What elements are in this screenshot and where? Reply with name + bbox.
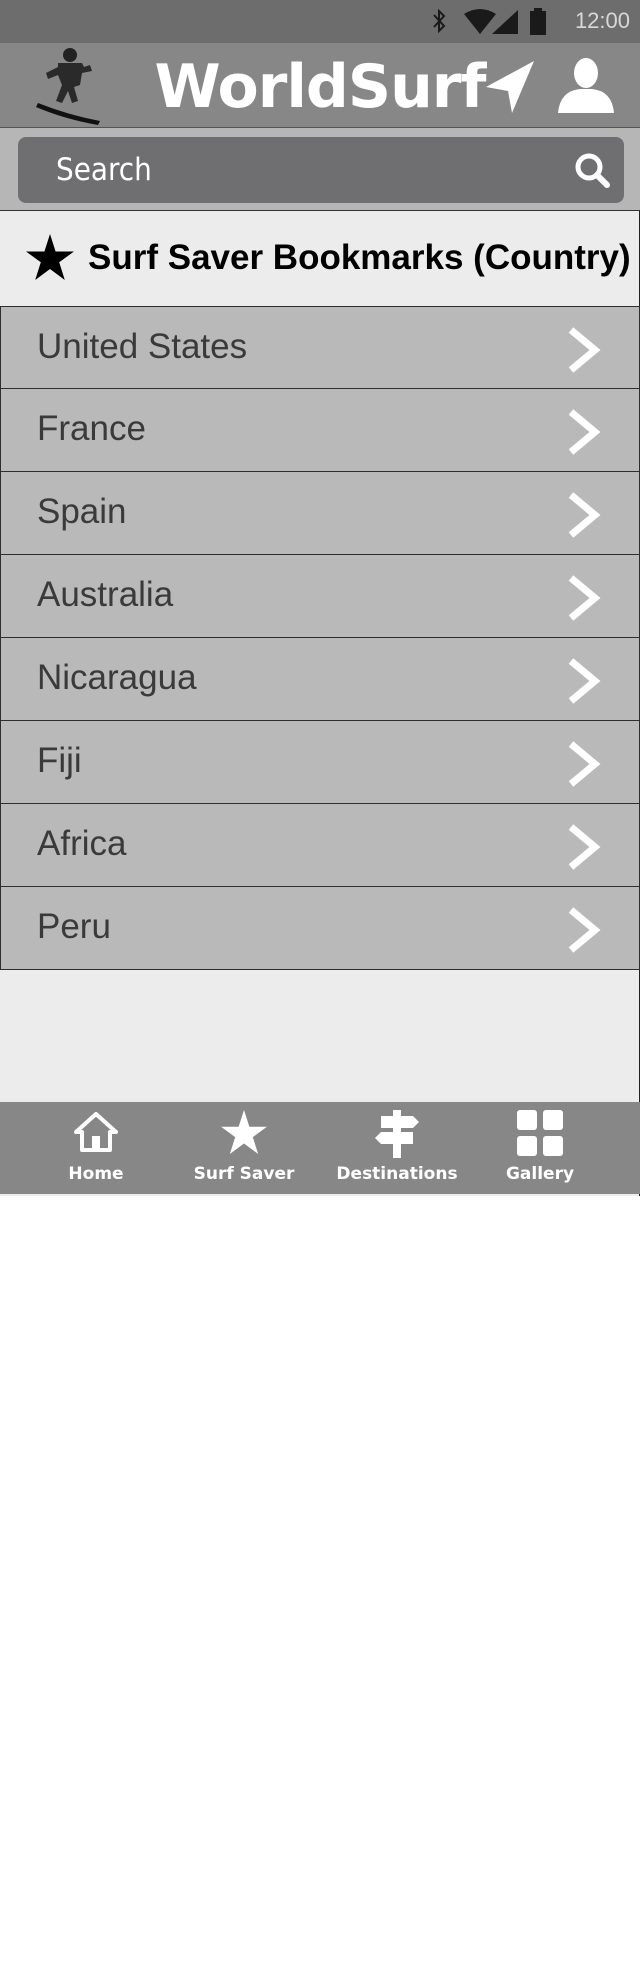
list-item[interactable]: Peru — [0, 887, 640, 970]
tab-label: Gallery — [505, 1164, 575, 1184]
list-item[interactable]: Nicaragua — [0, 638, 640, 721]
tab-label: Home — [68, 1164, 124, 1184]
list-item-label: Spain — [37, 492, 127, 531]
list-item-label: United States — [37, 327, 248, 366]
tab-surf-saver[interactable]: Surf Saver — [169, 1102, 319, 1194]
chevron-right-icon — [568, 492, 601, 538]
tab-gallery[interactable]: Gallery — [465, 1102, 615, 1194]
status-time: 12:00 — [574, 8, 630, 33]
list-item[interactable]: Africa — [0, 804, 640, 887]
tab-label: Destinations — [336, 1164, 458, 1184]
chevron-right-icon — [568, 824, 601, 870]
list-item-label: France — [37, 409, 146, 448]
list-item[interactable]: France — [0, 389, 640, 472]
app-title: WorldSurf — [154, 52, 487, 122]
chevron-right-icon — [568, 907, 601, 953]
wifi-icon — [464, 9, 496, 34]
tab-destinations[interactable]: Destinations — [322, 1102, 472, 1194]
bluetooth-icon — [433, 8, 446, 34]
app-bar: WorldSurf — [0, 43, 640, 128]
star-icon — [221, 1110, 267, 1154]
bookmark-list: United States France Spain Australia Nic… — [0, 306, 640, 970]
list-item-label: Nicaragua — [37, 658, 197, 697]
section-heading: Surf Saver Bookmarks (Country) — [0, 210, 640, 306]
grid-icon — [517, 1110, 563, 1156]
chevron-right-icon — [568, 409, 601, 455]
tab-home[interactable]: Home — [21, 1102, 171, 1194]
list-item-label: Africa — [37, 824, 127, 863]
star-icon — [26, 234, 74, 280]
tab-label: Surf Saver — [193, 1164, 295, 1184]
search-box[interactable] — [18, 137, 624, 203]
search-input[interactable] — [56, 137, 556, 203]
chevron-right-icon — [568, 327, 601, 373]
list-item-label: Fiji — [37, 741, 82, 780]
list-item[interactable]: Australia — [0, 555, 640, 638]
search-icon[interactable] — [574, 152, 610, 188]
bottom-tab-bar: Home Surf Saver Destinations Gallery — [0, 1102, 640, 1194]
list-item-label: Peru — [37, 907, 111, 946]
status-bar: 12:00 — [0, 0, 640, 43]
navigation-arrow-icon[interactable] — [484, 59, 536, 115]
search-bar — [0, 128, 640, 211]
signpost-icon — [375, 1110, 419, 1158]
list-item-label: Australia — [37, 575, 174, 614]
user-icon[interactable] — [556, 57, 616, 113]
list-item[interactable]: Spain — [0, 472, 640, 555]
section-title: Surf Saver Bookmarks (Country) — [88, 238, 631, 277]
list-item[interactable]: United States — [0, 306, 640, 389]
chevron-right-icon — [568, 741, 601, 787]
home-icon — [74, 1112, 118, 1152]
status-icons — [433, 8, 546, 35]
chevron-right-icon — [568, 658, 601, 704]
chevron-right-icon — [568, 575, 601, 621]
signal-icon — [492, 10, 518, 34]
list-item[interactable]: Fiji — [0, 721, 640, 804]
phone-screen: 12:00 WorldSurf Surf Saver Bookma — [0, 0, 640, 1196]
battery-icon — [530, 8, 546, 35]
